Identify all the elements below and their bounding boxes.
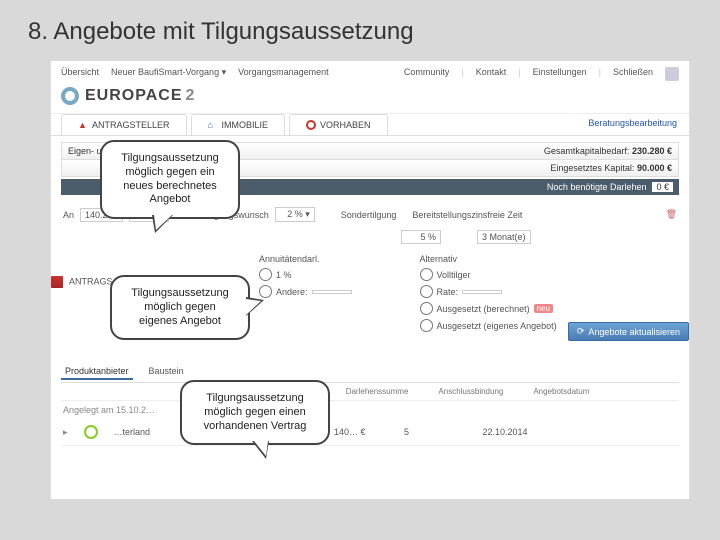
main-tabs: ▲ ANTRAGSTELLER ⌂ IMMOBILIE VORHABEN Ber… [51, 114, 689, 136]
col-sum: Darlehenssumme [346, 387, 409, 396]
kapital-label: Eingesetztes Kapital: [550, 163, 634, 173]
alternativ-head: Alternativ [420, 254, 557, 264]
radio-group-left: Annuitätendarl. 1 % Andere: [259, 254, 352, 332]
callout-2: Tilgungsaussetzung möglich gegen eigenes… [110, 275, 250, 340]
update-label: Angebote aktualisieren [588, 327, 680, 337]
radio-ausgesetzt-berechnet[interactable]: Ausgesetzt (berechnet) neu [420, 302, 557, 315]
offer-bind: 5 [382, 427, 432, 437]
link-beratung[interactable]: Beratungsbearbeitung [588, 118, 677, 128]
nav-overview[interactable]: Übersicht [61, 67, 99, 81]
target-icon [306, 120, 316, 130]
gesamt-label: Gesamtkapitalbedarf: [544, 146, 630, 156]
radio-1pct[interactable]: 1 % [259, 268, 352, 281]
radio-andere[interactable]: Andere: [259, 285, 352, 298]
nav-settings[interactable]: Einstellungen [533, 67, 587, 81]
tab-label: ANTRAGSTELLER [92, 120, 170, 130]
slide-title: 8. Angebote mit Tilgungsaussetzung [28, 18, 414, 46]
radio-ausgesetzt-eigen[interactable]: Ausgesetzt (eigenes Angebot) [420, 319, 557, 332]
radio-group-right: Alternativ Volltilger Rate: Ausgesetzt (… [420, 254, 557, 332]
tab-vorhaben[interactable]: VORHABEN [289, 114, 388, 135]
neu-badge: neu [534, 304, 553, 313]
callout-tail-icon [252, 441, 269, 459]
col-date: Angebotsdatum [533, 387, 589, 396]
callout-1: Tilgungsaussetzung möglich gegen ein neu… [100, 140, 240, 219]
logo-text: EUROPACE [85, 87, 183, 105]
tab-immobilie[interactable]: ⌂ IMMOBILIE [191, 114, 286, 135]
wish-lead: An [63, 210, 74, 220]
offer-columns: Monatliche Gesamtrate Darlehenssumme Ans… [61, 383, 679, 401]
offer-date: 22.10.2014 [448, 427, 528, 437]
top-nav: Übersicht Neuer BaufiSmart-Vorgang ▾ Vor… [51, 61, 689, 83]
side-label: ANTRAGS [51, 276, 113, 288]
delete-icon[interactable]: 🗑 [666, 209, 677, 220]
nav-new[interactable]: Neuer BaufiSmart-Vorgang ▾ [111, 67, 226, 81]
kapital-value: 90.000 € [637, 163, 672, 173]
col-bind: Anschlussbindung [438, 387, 503, 396]
remaining-value: 0 € [652, 182, 673, 192]
house-icon: ⌂ [208, 120, 218, 130]
expand-icon[interactable]: ▸ [63, 427, 68, 438]
logo-row: EUROPACE 2 [51, 83, 689, 114]
callout-3: Tilgungsaussetzung möglich gegen einen v… [180, 380, 330, 445]
tab-label: VORHABEN [320, 120, 371, 130]
person-icon: ▲ [78, 120, 88, 130]
offer-row[interactable]: ▸ …terland 430 € 140… € 5 22.10.2014 [61, 419, 679, 446]
radio-rate[interactable]: Rate: [420, 285, 557, 298]
tilgung-select[interactable]: 2 % ▾ [275, 207, 315, 222]
refresh-icon: ⟳ [577, 326, 585, 337]
annuitaet-head: Annuitätendarl. [259, 254, 352, 264]
tab-label: IMMOBILIE [222, 120, 269, 130]
tab-antragsteller[interactable]: ▲ ANTRAGSTELLER [61, 114, 187, 135]
bank-logo-icon [84, 425, 98, 439]
nav-community[interactable]: Community [404, 67, 450, 81]
nav-close[interactable]: Schließen [613, 67, 653, 81]
sonder-label: Sondertilgung [341, 210, 397, 220]
bereit-label: Bereitstellungszinsfreie Zeit [412, 210, 522, 220]
nav-management[interactable]: Vorgangsmanagement [238, 67, 329, 81]
logo-suffix: 2 [186, 87, 196, 105]
callout-tail-icon [246, 297, 264, 316]
book-icon [51, 276, 63, 288]
created-row: Angelegt am 15.10.2… [61, 401, 679, 419]
callout-tail-icon [152, 215, 173, 233]
logo-icon [61, 87, 79, 105]
offer-subtabs: Produktanbieter Baustein [61, 362, 679, 383]
avatar[interactable] [665, 67, 679, 81]
bereit-input[interactable]: 3 Monat(e) [477, 230, 531, 244]
radio-volltilger[interactable]: Volltilger [420, 268, 557, 281]
sonder-input[interactable]: 5 % [401, 230, 441, 244]
update-offers-button[interactable]: ⟳ Angebote aktualisieren [568, 322, 689, 341]
subtab-baustein[interactable]: Baustein [145, 364, 188, 380]
remaining-label: Noch benötigte Darlehen [547, 182, 647, 192]
gesamt-value: 230.280 € [632, 146, 672, 156]
nav-contact[interactable]: Kontakt [476, 67, 507, 81]
subtab-produkt[interactable]: Produktanbieter [61, 364, 133, 380]
